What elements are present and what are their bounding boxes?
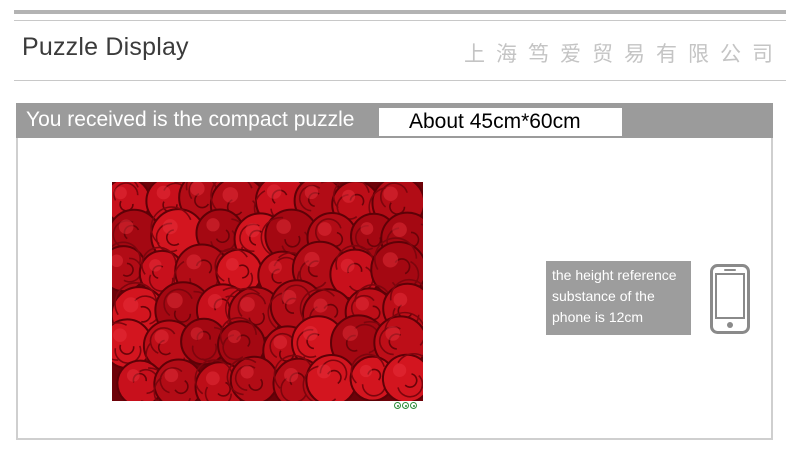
company-name: 上海笃爱贸易有限公司 xyxy=(464,42,784,66)
rose-puzzle-image xyxy=(112,182,423,401)
watermark-logo xyxy=(394,402,417,409)
logo-dot-icon xyxy=(410,402,417,409)
panel-title: You received is the compact puzzle xyxy=(26,108,355,131)
top-border-thick xyxy=(14,10,786,14)
phone-reference-note: the height reference substance of the ph… xyxy=(546,261,691,335)
roses-illustration xyxy=(112,182,423,401)
size-label: About 45cm*60cm xyxy=(379,108,622,136)
page-title: Puzzle Display xyxy=(22,33,189,61)
smartphone-icon xyxy=(710,264,750,334)
logo-dot-icon xyxy=(402,402,409,409)
header-divider xyxy=(14,80,786,81)
logo-dot-icon xyxy=(394,402,401,409)
top-border-thin xyxy=(14,20,786,21)
